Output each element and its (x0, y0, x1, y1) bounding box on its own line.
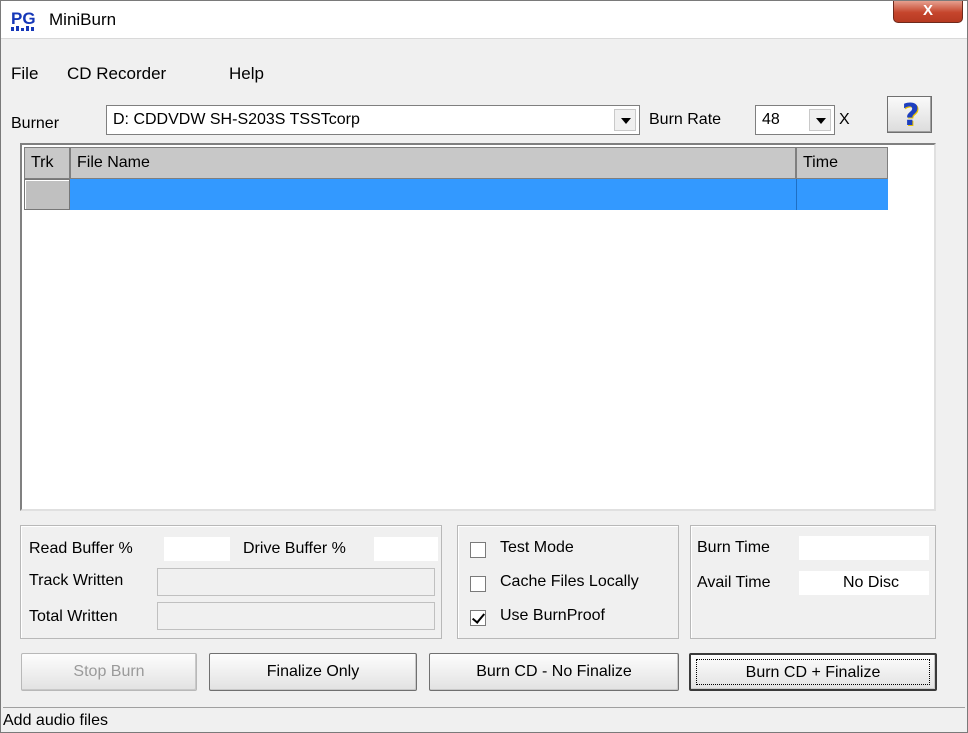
focus-rect (696, 659, 930, 685)
column-header-file-name[interactable]: File Name (70, 147, 796, 179)
table-row-header[interactable] (24, 179, 70, 210)
total-written-progress (157, 602, 435, 630)
window-title: MiniBurn (49, 10, 117, 29)
burn-rate-unit: X (839, 111, 850, 128)
burnproof-label[interactable]: Use BurnProof (500, 607, 605, 625)
read-buffer-label: Read Buffer % (29, 540, 133, 557)
total-written-label: Total Written (29, 608, 118, 625)
cache-files-checkbox[interactable] (470, 576, 486, 592)
track-list[interactable]: Trk File Name Time (20, 143, 936, 511)
read-buffer-value (164, 537, 230, 561)
menu-file[interactable]: File (11, 64, 38, 84)
title-bar[interactable]: PG MiniBurn X (1, 1, 967, 39)
finalize-only-button[interactable]: Finalize Only (209, 653, 417, 691)
menu-cd-recorder[interactable]: CD Recorder (67, 64, 166, 84)
burner-dropdown-arrow-icon[interactable] (614, 109, 636, 131)
close-icon: X (922, 2, 933, 19)
burn-time-label: Burn Time (697, 539, 770, 556)
drive-buffer-label: Drive Buffer % (243, 540, 346, 557)
burner-label: Burner (11, 115, 60, 132)
avail-time-label: Avail Time (697, 574, 771, 591)
table-row[interactable] (70, 179, 888, 210)
avail-time-text: No Disc (842, 574, 899, 591)
status-text: Add audio files (3, 712, 108, 729)
times-group: Burn Time Avail Time No Disc (690, 525, 936, 639)
help-question-icon: ? (902, 98, 920, 133)
cache-files-label[interactable]: Cache Files Locally (500, 573, 639, 591)
menu-bar: File CD Recorder Help (1, 59, 967, 89)
burn-time-value (799, 536, 929, 560)
burner-select-value: D: CDDVDW SH-S203S TSSTcorp (113, 111, 360, 128)
burn-rate-label: Burn Rate (649, 111, 722, 128)
drive-buffer-value (374, 537, 438, 561)
stop-burn-button[interactable]: Stop Burn (21, 653, 197, 691)
test-mode-checkbox[interactable] (470, 542, 486, 558)
cell-divider (796, 179, 797, 210)
burn-finalize-button[interactable]: Burn CD + Finalize (689, 653, 937, 691)
menu-help[interactable]: Help (229, 64, 264, 84)
column-header-time[interactable]: Time (796, 147, 888, 179)
burn-rate-dropdown-arrow-icon[interactable] (809, 109, 831, 131)
help-button[interactable]: ? (887, 96, 932, 133)
close-button[interactable]: X (893, 1, 963, 23)
track-written-label: Track Written (29, 572, 124, 589)
avail-time-value: No Disc (799, 571, 929, 595)
burn-no-finalize-button[interactable]: Burn CD - No Finalize (429, 653, 679, 691)
track-written-progress (157, 568, 435, 596)
burn-rate-select[interactable]: 48 (755, 105, 835, 135)
burn-rate-value: 48 (762, 111, 780, 128)
logo-text: PG (11, 9, 36, 28)
burnproof-checkbox[interactable] (470, 610, 486, 626)
burner-select[interactable]: D: CDDVDW SH-S203S TSSTcorp (106, 105, 640, 135)
test-mode-label[interactable]: Test Mode (500, 539, 574, 557)
miniburn-window: PG MiniBurn X File CD Recorder Help Burn… (0, 0, 968, 733)
status-bar: Add audio files (3, 707, 965, 732)
options-group: Test Mode Cache Files Locally Use BurnPr… (457, 525, 679, 639)
buffer-group: Read Buffer % Drive Buffer % Track Writt… (20, 525, 442, 639)
column-header-trk[interactable]: Trk (24, 147, 70, 179)
pg-music-logo-icon: PG (10, 7, 40, 33)
